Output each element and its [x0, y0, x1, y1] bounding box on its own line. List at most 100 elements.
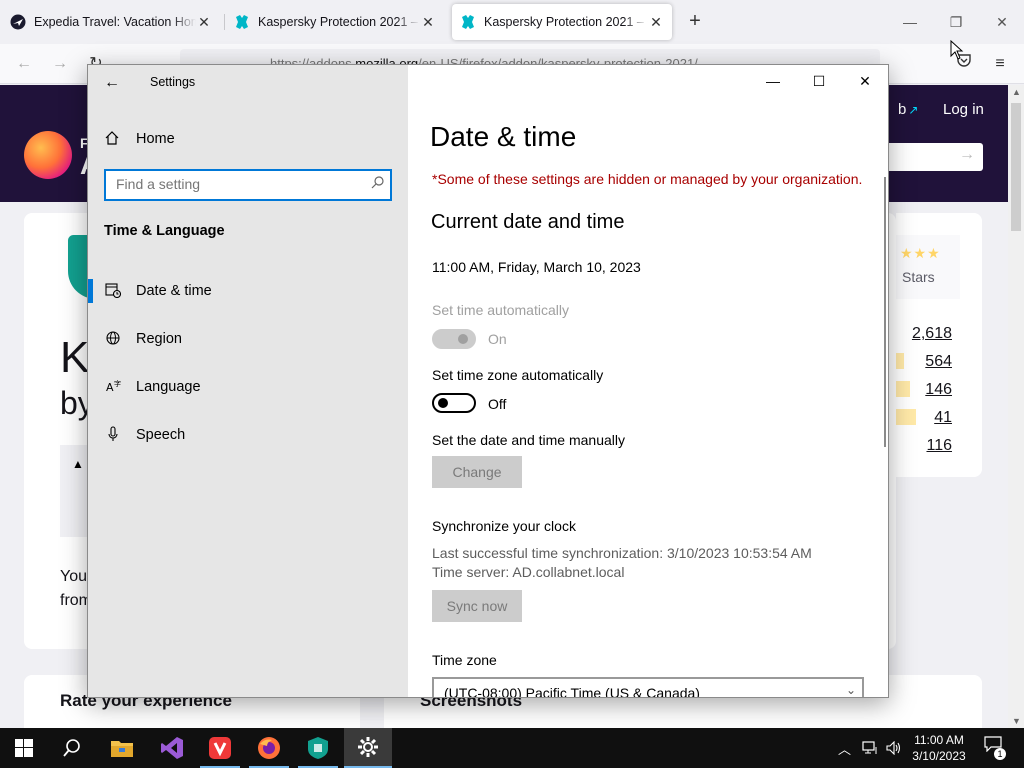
taskbar-firefox[interactable] [245, 728, 293, 768]
back-arrow-icon[interactable]: ← [104, 73, 124, 93]
clock-time: 11:00 AM [914, 733, 964, 747]
search-placeholder: Find a setting [116, 176, 201, 192]
page-scrollbar[interactable]: ▲ ▼ [1008, 85, 1024, 728]
windows-logo-icon [15, 739, 33, 757]
network-icon[interactable] [862, 728, 878, 768]
toggle-state-off: Off [488, 396, 507, 412]
notification-count-badge: 1 [994, 748, 1006, 760]
sync-now-button[interactable]: Sync now [432, 590, 522, 622]
change-button[interactable]: Change [432, 456, 522, 488]
last-sync-text: Last successful time synchronization: 3/… [432, 545, 812, 561]
settings-minimize-icon[interactable]: — [750, 65, 796, 97]
section-heading: Time & Language [104, 223, 225, 239]
sidebar-item-date-time[interactable]: Date & time [88, 271, 408, 311]
taskbar-search-button[interactable] [48, 728, 96, 768]
volume-icon[interactable] [886, 728, 902, 768]
rating-count-3[interactable]: 146 [896, 381, 952, 401]
new-tab-plus-icon[interactable]: + [684, 10, 706, 32]
action-center-button[interactable]: 1 [980, 736, 1006, 760]
tab-expedia[interactable]: Expedia Travel: Vacation Homes, Hotels, … [2, 4, 220, 40]
page-title: Date & time [430, 121, 577, 152]
toggle-state-on: On [488, 331, 507, 347]
external-link-icon: ↗ [908, 103, 919, 117]
close-tab-icon[interactable]: ✕ [196, 14, 212, 30]
taskbar-vivaldi[interactable] [196, 728, 244, 768]
home-label: Home [136, 131, 175, 147]
taskbar-settings[interactable] [344, 728, 392, 768]
tab-label: Kaspersky Protection 2021 – Get this Ext… [484, 15, 648, 29]
expedia-icon [10, 14, 26, 30]
taskbar-clock[interactable]: 11:00 AM 3/10/2023 [906, 732, 972, 764]
browser-tab-bar: Expedia Travel: Vacation Homes, Hotels, … [0, 0, 1024, 44]
settings-sidebar: ← Settings Home Find a setting Time & La… [88, 65, 408, 697]
browser-restore-icon[interactable]: ❐ [942, 8, 970, 36]
forward-arrow-icon[interactable]: → [48, 52, 72, 76]
toggle-knob [438, 398, 448, 408]
home-nav-item[interactable]: Home [104, 129, 175, 149]
set-manually-label: Set the date and time manually [432, 432, 626, 448]
tab-separator [224, 14, 225, 30]
content-scrollbar[interactable] [884, 177, 886, 447]
set-time-zone-automatically-toggle[interactable] [432, 393, 476, 413]
rating-count-1[interactable]: 116 [896, 437, 952, 457]
set-time-zone-automatically-label: Set time zone automatically [432, 367, 604, 383]
addon-title-partial: K [60, 333, 90, 382]
taskbar-kaspersky[interactable] [294, 728, 342, 768]
browser-minimize-icon[interactable]: — [896, 8, 924, 36]
stars-summary: ★★★ Stars [896, 235, 960, 299]
close-tab-icon[interactable]: ✕ [648, 14, 664, 30]
hamburger-menu-icon[interactable]: ≡ [988, 52, 1012, 76]
arrow-right-icon[interactable]: → [959, 146, 975, 164]
search-icon [63, 739, 80, 757]
search-icon [371, 176, 384, 192]
taskbar-file-explorer[interactable] [98, 728, 146, 768]
close-tab-icon[interactable]: ✕ [420, 14, 436, 30]
taskbar-visual-studio[interactable] [148, 728, 196, 768]
nav-label: Region [136, 331, 182, 347]
settings-maximize-icon[interactable]: ☐ [796, 65, 842, 97]
mouse-cursor-icon [950, 40, 964, 60]
sidebar-item-language[interactable]: A字 Language [88, 367, 408, 407]
sidebar-item-region[interactable]: Region [88, 319, 408, 359]
synchronize-clock-heading: Synchronize your clock [432, 518, 576, 534]
current-date-time-heading: Current date and time [431, 211, 625, 233]
scroll-up-icon[interactable]: ▲ [1012, 87, 1021, 97]
rating-count-2[interactable]: 41 [896, 409, 952, 429]
tab-kaspersky-2-active[interactable]: Kaspersky Protection 2021 – Get this Ext… [452, 4, 672, 40]
microphone-icon [104, 425, 122, 445]
kaspersky-icon [234, 14, 250, 30]
scrollbar-thumb[interactable] [1011, 103, 1021, 231]
toggle-knob [458, 334, 468, 344]
back-arrow-icon[interactable]: ← [12, 52, 36, 76]
star-rating-icon: ★★★ [900, 245, 941, 261]
rating-count-5[interactable]: 2,618 [896, 325, 952, 345]
stars-label: Stars [902, 269, 935, 285]
settings-close-icon[interactable]: ✕ [842, 65, 888, 97]
firefox-icon [258, 737, 280, 759]
amo-search-input[interactable]: → [880, 143, 983, 171]
time-zone-label: Time zone [432, 652, 497, 668]
start-button[interactable] [0, 728, 48, 768]
find-setting-input[interactable]: Find a setting [104, 169, 392, 201]
rating-count-4[interactable]: 564 [896, 353, 952, 373]
sidebar-item-speech[interactable]: Speech [88, 415, 408, 455]
windows-taskbar: ︿ 11:00 AM 3/10/2023 1 [0, 728, 1024, 768]
svg-text:A: A [106, 381, 114, 394]
language-icon: A字 [104, 378, 122, 397]
scroll-down-icon[interactable]: ▼ [1012, 716, 1021, 726]
managed-warning-text: *Some of these settings are hidden or ma… [432, 171, 863, 187]
settings-content: Date & time *Some of these settings are … [408, 65, 888, 697]
kaspersky-app-icon [308, 737, 328, 759]
set-time-automatically-toggle[interactable] [432, 329, 476, 349]
tab-kaspersky-1[interactable]: Kaspersky Protection 2021 – Get this Ext… [226, 4, 444, 40]
warning-triangle-icon: ▲ [72, 457, 84, 471]
settings-gear-icon [358, 737, 378, 757]
show-hidden-icons-chevron-icon[interactable]: ︿ [838, 728, 851, 768]
tab-label: Kaspersky Protection 2021 – Get this Ext… [258, 15, 420, 29]
browser-close-icon[interactable]: ✕ [988, 8, 1016, 36]
time-zone-dropdown[interactable]: (UTC-08:00) Pacific Time (US & Canada) ⌄ [432, 677, 864, 697]
current-date-time-value: 11:00 AM, Friday, March 10, 2023 [432, 259, 641, 275]
header-external-link[interactable]: b ↗ [898, 101, 918, 118]
login-link[interactable]: Log in [943, 101, 984, 118]
kaspersky-icon [460, 14, 476, 30]
